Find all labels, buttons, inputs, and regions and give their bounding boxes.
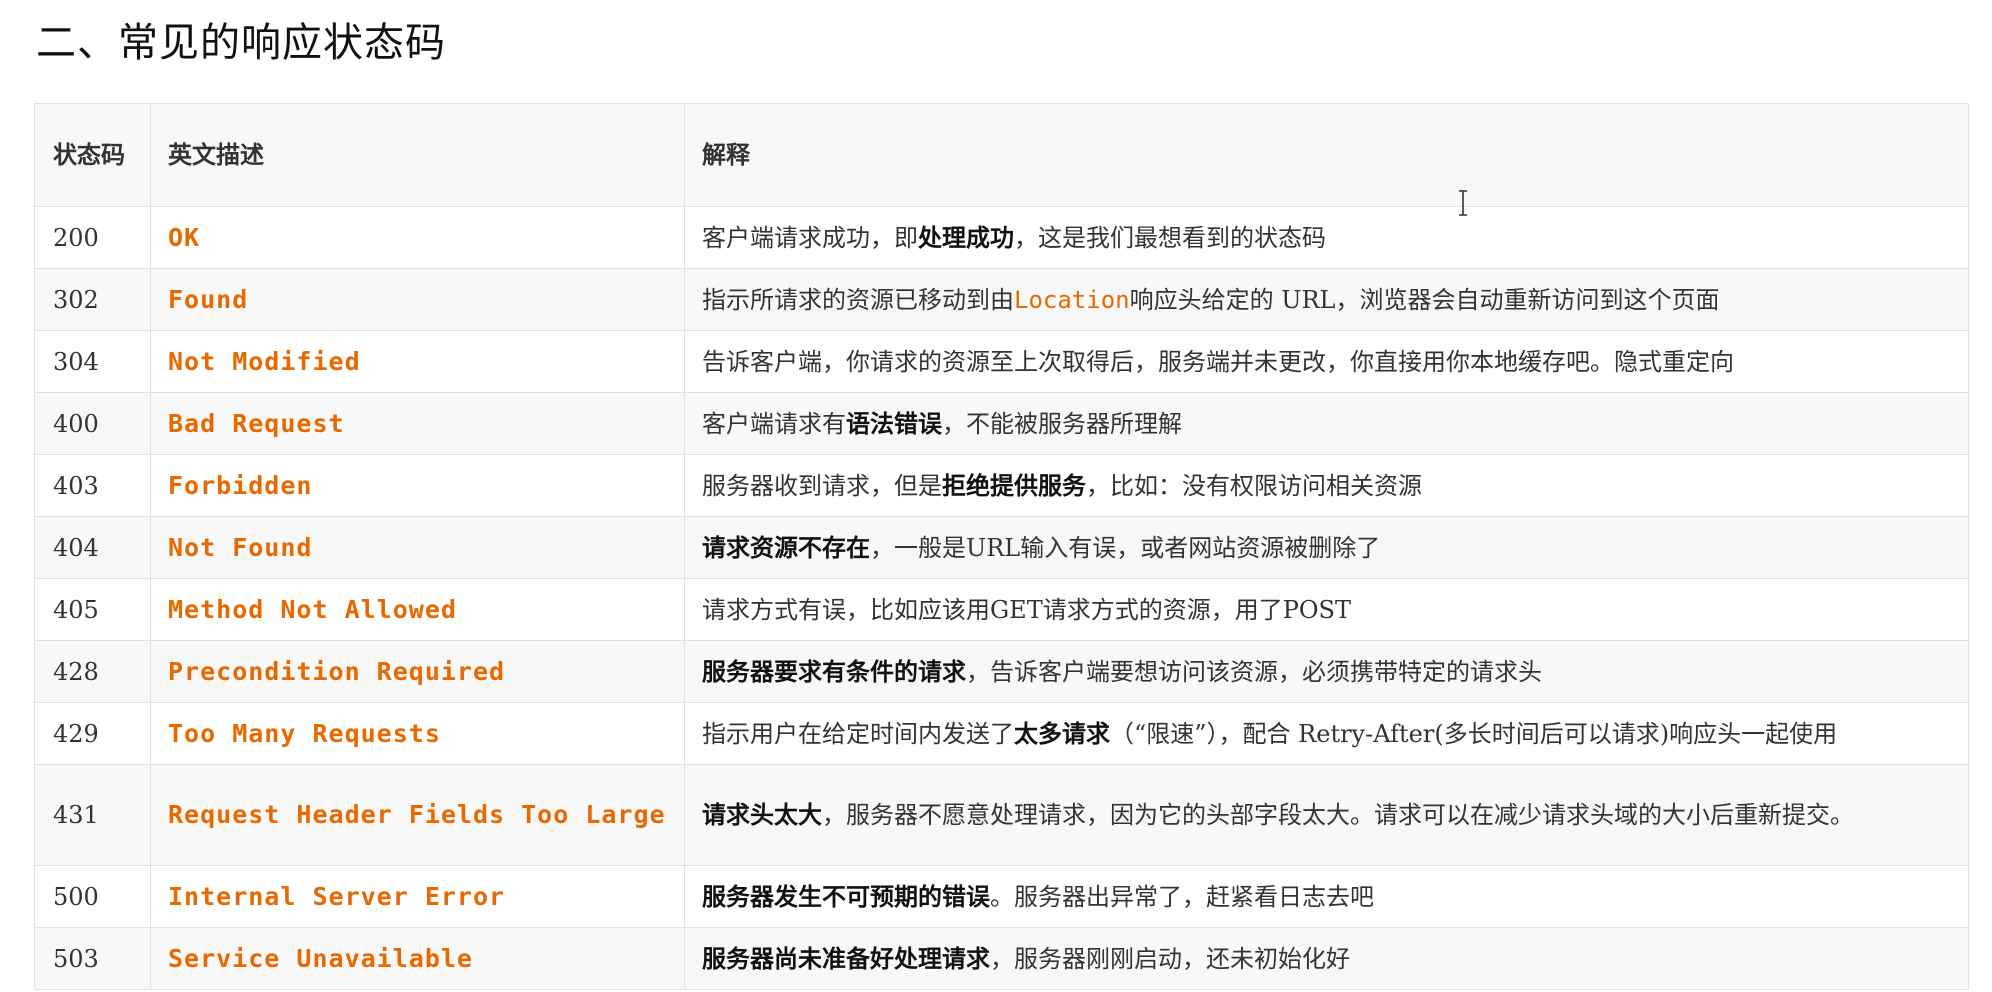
explanation-cell: 服务器发生不可预期的错误。服务器出异常了，赶紧看日志去吧 (684, 865, 1969, 928)
table-body: 200 OK 客户端请求成功，即处理成功，这是我们最想看到的状态码 302 Found 指… (34, 206, 1969, 990)
table-row: 403 Forbidden 服务器收到请求，但是拒绝提供服务，比如：没有权限访问相关… (34, 454, 1969, 517)
table-row: 503 Service Unavailable 服务器尚未准备好处理请求，服务器刚刚… (34, 927, 1969, 990)
table-row: 302 Found 指示所请求的资源已移动到由Location响应头给定的 URL，… (34, 268, 1969, 331)
explanation-cell: 请求资源不存在，一般是URL输入有误，或者网站资源被删除了 (684, 516, 1969, 579)
status-code-cell: 431 (34, 764, 151, 866)
english-description-cell: Found (150, 268, 685, 331)
explanation-emphasis: 处理成功 (918, 222, 1014, 252)
explanation-text: 指示用户在给定时间内发送了 (702, 719, 1014, 748)
explanation-cell: 请求方式有误，比如应该用GET请求方式的资源，用了POST (684, 578, 1969, 641)
status-code-cell: 403 (34, 454, 151, 517)
explanation-text: ，这是我们最想看到的状态码 (1014, 223, 1326, 252)
explanation-cell: 指示所请求的资源已移动到由Location响应头给定的 URL，浏览器会自动重新… (684, 268, 1969, 331)
table-row: 429 Too Many Requests 指示用户在给定时间内发送了太多请求（“限… (34, 702, 1969, 765)
table-row: 500 Internal Server Error 服务器发生不可预期的错误。服务器… (34, 865, 1969, 928)
status-code-table: 状态码 英文描述 解释 200 OK 客户端请求成功，即处理成功，这是我们最想看到的… (34, 103, 1969, 990)
explanation-text: 请求方式有误，比如应该用GET请求方式的资源，用了POST (702, 595, 1351, 624)
explanation-text: 客户端请求成功，即 (702, 223, 918, 252)
explanation-cell: 客户端请求有语法错误，不能被服务器所理解 (684, 392, 1969, 455)
explanation-text: 服务器收到请求，但是 (702, 471, 942, 500)
english-description-cell: Precondition Required (150, 640, 685, 703)
explanation-text: ，一般是URL输入有误，或者网站资源被删除了 (870, 533, 1381, 562)
table-row: 404 Not Found 请求资源不存在，一般是URL输入有误，或者网站资源被删除… (34, 516, 1969, 579)
english-description-cell: Request Header Fields Too Large (150, 764, 685, 866)
status-code-cell: 429 (34, 702, 151, 765)
explanation-code-term: Location (1014, 285, 1130, 314)
text-cursor-icon (1459, 190, 1467, 216)
header-status-code: 状态码 (34, 103, 151, 207)
explanation-text: 客户端请求有 (702, 409, 846, 438)
english-description-cell: Too Many Requests (150, 702, 685, 765)
explanation-emphasis: 服务器发生不可预期的错误 (702, 881, 990, 911)
explanation-text: 告诉客户端，你请求的资源至上次取得后，服务端并未更改，你直接用你本地缓存吧。隐式… (702, 347, 1734, 376)
explanation-text: ，服务器刚刚启动，还未初始化好 (990, 944, 1350, 973)
table-row: 200 OK 客户端请求成功，即处理成功，这是我们最想看到的状态码 (34, 206, 1969, 269)
explanation-text: 指示所请求的资源已移动到由 (702, 285, 1014, 314)
english-description-cell: Forbidden (150, 454, 685, 517)
english-description-cell: Internal Server Error (150, 865, 685, 928)
explanation-emphasis: 语法错误 (846, 408, 942, 438)
table-row: 428 Precondition Required 服务器要求有条件的请求，告诉客户… (34, 640, 1969, 703)
explanation-cell: 服务器要求有条件的请求，告诉客户端要想访问该资源，必须携带特定的请求头 (684, 640, 1969, 703)
status-code-cell: 503 (34, 927, 151, 990)
explanation-emphasis: 请求头太大 (702, 800, 822, 829)
status-code-cell: 400 (34, 392, 151, 455)
table-row: 304 Not Modified 告诉客户端，你请求的资源至上次取得后，服务端并未更… (34, 330, 1969, 393)
explanation-text: 。服务器出异常了，赶紧看日志去吧 (990, 882, 1374, 911)
explanation-text: ，告诉客户端要想访问该资源，必须携带特定的请求头 (966, 657, 1542, 686)
explanation-emphasis: 太多请求 (1014, 718, 1110, 748)
explanation-cell: 告诉客户端，你请求的资源至上次取得后，服务端并未更改，你直接用你本地缓存吧。隐式… (684, 330, 1969, 393)
header-english-description: 英文描述 (150, 103, 685, 207)
table-row: 405 Method Not Allowed 请求方式有误，比如应该用GET请求方式… (34, 578, 1969, 641)
explanation-cell: 请求头太大，服务器不愿意处理请求，因为它的头部字段太大。请求可以在减少请求头域的… (684, 764, 1969, 866)
page-heading: 二、常见的响应状态码 (36, 20, 446, 66)
english-description-cell: Not Found (150, 516, 685, 579)
english-description-cell: OK (150, 206, 685, 269)
explanation-text: ，不能被服务器所理解 (942, 409, 1182, 438)
explanation-text: 响应头给定的 URL，浏览器会自动重新访问到这个页面 (1129, 285, 1720, 314)
explanation-text: ，比如：没有权限访问相关资源 (1086, 471, 1422, 500)
status-code-cell: 302 (34, 268, 151, 331)
table-row: 400 Bad Request 客户端请求有语法错误，不能被服务器所理解 (34, 392, 1969, 455)
header-explanation: 解释 (684, 103, 1969, 207)
explanation-text: （“限速”），配合 Retry-After(多长时间后可以请求)响应头一起使用 (1110, 719, 1838, 748)
explanation-text: ，服务器不愿意处理请求，因为它的头部字段太大。请求可以在减少请求头域的大小后重新… (822, 801, 1854, 829)
explanation-emphasis: 服务器要求有条件的请求 (702, 656, 966, 686)
english-description-cell: Method Not Allowed (150, 578, 685, 641)
explanation-cell: 指示用户在给定时间内发送了太多请求（“限速”），配合 Retry-After(多… (684, 702, 1969, 765)
table-row: 431 Request Header Fields Too Large 请求头太大，… (34, 764, 1969, 866)
english-description-cell: Service Unavailable (150, 927, 685, 990)
english-description-cell: Bad Request (150, 392, 685, 455)
explanation-emphasis: 请求资源不存在 (702, 532, 870, 562)
status-code-cell: 500 (34, 865, 151, 928)
status-code-cell: 405 (34, 578, 151, 641)
explanation-cell: 服务器收到请求，但是拒绝提供服务，比如：没有权限访问相关资源 (684, 454, 1969, 517)
status-code-cell: 404 (34, 516, 151, 579)
explanation-cell: 服务器尚未准备好处理请求，服务器刚刚启动，还未初始化好 (684, 927, 1969, 990)
english-description-cell: Not Modified (150, 330, 685, 393)
status-code-cell: 304 (34, 330, 151, 393)
explanation-emphasis: 拒绝提供服务 (942, 470, 1086, 500)
explanation-emphasis: 服务器尚未准备好处理请求 (702, 943, 990, 973)
status-code-cell: 200 (34, 206, 151, 269)
status-code-cell: 428 (34, 640, 151, 703)
explanation-cell: 客户端请求成功，即处理成功，这是我们最想看到的状态码 (684, 206, 1969, 269)
table-header-row: 状态码 英文描述 解释 (34, 103, 1969, 207)
